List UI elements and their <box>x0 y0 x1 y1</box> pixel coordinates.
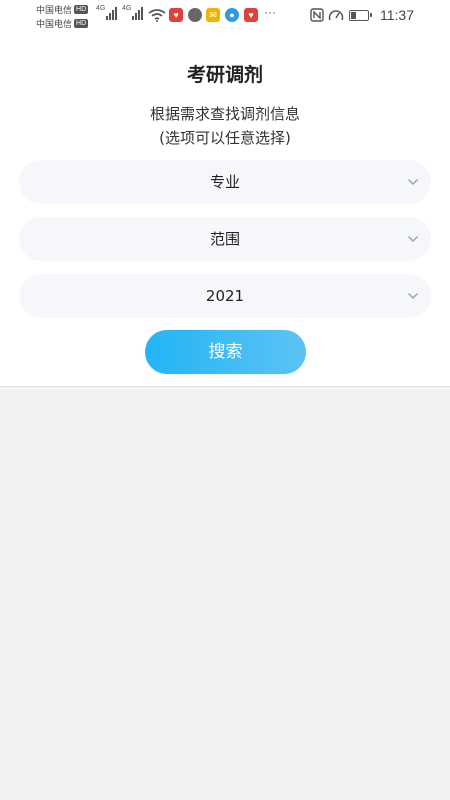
search-card: 考研调剂 根据需求查找调剂信息 (选项可以任意选择) 专业 范围 2021 搜索 <box>0 34 450 387</box>
signal-icon: 4G <box>122 5 143 20</box>
search-button[interactable]: 搜索 <box>145 330 306 374</box>
wifi-icon <box>148 9 166 22</box>
signal-icon: 4G <box>96 5 117 20</box>
battery-icon <box>349 10 372 21</box>
scope-select[interactable]: 范围 <box>19 217 431 261</box>
chevron-down-icon <box>408 236 418 242</box>
chevron-down-icon <box>408 293 418 299</box>
hd-badge: HD <box>74 5 89 14</box>
carrier-name: 中国电信 <box>36 5 73 15</box>
more-icon: ··· <box>264 5 276 19</box>
carrier-line-2: 中国电信 HD <box>36 17 89 30</box>
clock: 11:37 <box>380 7 414 23</box>
carrier-name: 中国电信 <box>36 19 73 29</box>
status-bar: 中国电信 HD 中国电信 HD 4G 4G ♥ ✉ ● ♥ ··· 11:37 <box>0 0 450 34</box>
app-icon-heart: ♥ <box>244 8 258 22</box>
chevron-down-icon <box>408 179 418 185</box>
subtitle-line-1: 根据需求查找调剂信息 <box>149 105 300 123</box>
browser-icon: ● <box>225 8 239 22</box>
scope-select-value: 范围 <box>209 230 240 248</box>
chat-icon <box>188 8 202 22</box>
page-title: 考研调剂 <box>186 64 263 86</box>
nfc-icon <box>310 8 324 22</box>
major-select-value: 专业 <box>209 173 240 191</box>
year-select-value: 2021 <box>205 287 245 305</box>
mail-icon: ✉ <box>206 8 220 22</box>
speedometer-icon <box>328 10 344 21</box>
hd-badge: HD <box>74 19 89 28</box>
major-select[interactable]: 专业 <box>19 160 431 204</box>
year-select[interactable]: 2021 <box>19 274 431 318</box>
carrier-line-1: 中国电信 HD <box>36 3 89 16</box>
app-icon-heart: ♥ <box>169 8 183 22</box>
subtitle-line-2: (选项可以任意选择) <box>159 129 291 147</box>
